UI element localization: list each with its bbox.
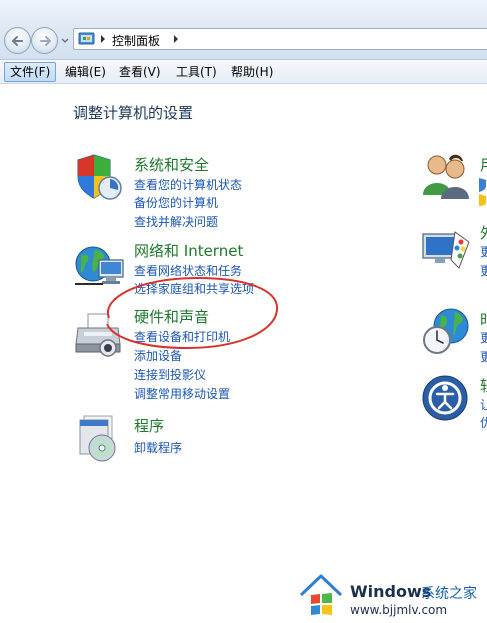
link-uninstall-program[interactable]: 卸载程序: [134, 439, 182, 456]
category-ease-of-access-title[interactable]: 轻: [480, 375, 487, 396]
link-homegroup-sharing[interactable]: 选择家庭组和共享选项: [134, 280, 254, 297]
user-accounts-icon[interactable]: [421, 151, 473, 201]
category-user-accounts-title[interactable]: 用: [480, 154, 487, 175]
category-system-security-title[interactable]: 系统和安全: [134, 154, 209, 175]
shield-icon[interactable]: [74, 152, 124, 202]
link-ease-2[interactable]: 优: [480, 414, 487, 431]
menu-view[interactable]: 查看(V): [114, 62, 166, 82]
watermark-brand: Windows: [350, 582, 432, 601]
clock-globe-icon[interactable]: [421, 306, 473, 356]
address-bar[interactable]: 控制面板: [73, 28, 487, 50]
category-network-internet-title[interactable]: 网络和 Internet: [134, 240, 243, 261]
link-ease-1[interactable]: 让: [480, 396, 487, 413]
windows-house-logo-icon: [299, 574, 343, 615]
arrow-right-icon: [40, 36, 51, 46]
breadcrumb-arrow-icon[interactable]: [173, 35, 179, 43]
menu-file[interactable]: 文件(F): [4, 62, 57, 82]
link-view-computer-status[interactable]: 查看您的计算机状态: [134, 176, 242, 193]
breadcrumb-arrow-icon[interactable]: [100, 35, 106, 43]
arrow-left-icon: [12, 36, 23, 46]
link-troubleshoot[interactable]: 查找并解决问题: [134, 213, 218, 230]
link-devices-printers[interactable]: 查看设备和打印机: [134, 328, 230, 345]
page-title: 调整计算机的设置: [73, 104, 194, 122]
category-programs-title[interactable]: 程序: [134, 415, 164, 436]
link-clock-2[interactable]: 更: [480, 348, 487, 365]
program-disc-icon[interactable]: [76, 414, 122, 464]
recent-pages-chevron-down-icon[interactable]: [60, 36, 70, 46]
category-clock-region-title[interactable]: 时: [480, 309, 487, 330]
back-button[interactable]: [4, 27, 31, 54]
menu-tools[interactable]: 工具(T): [171, 62, 222, 82]
link-backup-computer[interactable]: 备份您的计算机: [134, 194, 218, 211]
appearance-monitor-icon[interactable]: [421, 228, 473, 272]
printer-icon[interactable]: [74, 312, 124, 358]
shield-small-icon: [479, 178, 486, 206]
menu-bar: 文件(F) 编辑(E) 查看(V) 工具(T) 帮助(H): [0, 60, 487, 84]
menu-help[interactable]: 帮助(H): [226, 62, 278, 82]
navigation-bar: 控制面板: [0, 0, 487, 60]
link-add-device[interactable]: 添加设备: [134, 347, 182, 364]
link-view-network-status[interactable]: 查看网络状态和任务: [134, 262, 242, 279]
link-clock-1[interactable]: 更: [480, 329, 487, 346]
watermark-url: www.bjjmlv.com: [350, 603, 448, 617]
link-mobility-settings[interactable]: 调整常用移动设置: [134, 385, 230, 402]
link-appearance-2[interactable]: 更: [480, 262, 487, 279]
breadcrumb-control-panel[interactable]: 控制面板: [112, 32, 160, 49]
link-connect-projector[interactable]: 连接到投影仪: [134, 366, 206, 383]
menu-edit[interactable]: 编辑(E): [60, 62, 111, 82]
category-appearance-title[interactable]: 外: [480, 222, 487, 243]
link-appearance-1[interactable]: 更: [480, 243, 487, 260]
control-panel-icon: [78, 32, 95, 45]
watermark-subtitle: 系统之家: [421, 586, 477, 602]
category-hardware-sound-title[interactable]: 硬件和声音: [134, 306, 209, 327]
network-globe-icon[interactable]: [73, 242, 125, 290]
ease-of-access-icon[interactable]: [421, 374, 469, 422]
forward-button[interactable]: [31, 27, 58, 54]
